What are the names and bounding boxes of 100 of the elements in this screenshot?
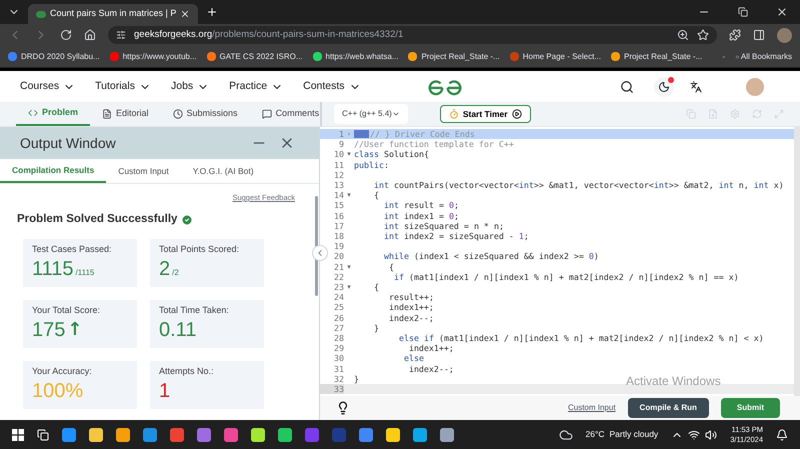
- code-line: else if (mat1[index1 / n][index1 % n] + mat2[index2 / n][index2 % n] < x): [398, 333, 764, 344]
- app-icon[interactable]: [251, 428, 265, 442]
- logo-icon[interactable]: [426, 78, 464, 96]
- stat-value: 2: [159, 257, 170, 282]
- line-number: 30: [333, 353, 344, 364]
- bookmark-item[interactable]: GATE CS 2022 ISRO...: [206, 50, 303, 62]
- weather-temperature[interactable]: 26°C: [586, 428, 605, 441]
- nav-menu-item[interactable]: Tutorials: [95, 78, 135, 94]
- submit-button[interactable]: Submit: [720, 398, 780, 418]
- language-select[interactable]: C++ (g++ 5.4): [334, 104, 408, 124]
- output-tab[interactable]: Y.O.G.I. (AI Bot): [180, 159, 266, 183]
- problem-tab[interactable]: Editorial: [90, 102, 161, 126]
- browser-tab[interactable]: Count pairs Sum in matrices | P: [28, 4, 198, 24]
- bookmark-item[interactable]: Home Page - Select...: [510, 50, 601, 62]
- code-line: index1++;: [388, 302, 434, 313]
- app-icon[interactable]: [413, 428, 427, 442]
- code-line: {: [372, 190, 379, 200]
- restore-icon[interactable]: [738, 7, 748, 17]
- new-tab-icon[interactable]: [206, 6, 218, 18]
- app-icon[interactable]: [197, 428, 211, 442]
- line-number: 24: [333, 292, 344, 302]
- problem-tab[interactable]: Submissions: [160, 102, 250, 126]
- star-icon[interactable]: [697, 29, 709, 41]
- windows-logo-icon[interactable]: [12, 428, 24, 440]
- nav-menu-item[interactable]: Jobs: [170, 78, 194, 94]
- code-line: // } Driver Code Ends: [370, 129, 475, 140]
- line-number: 29: [333, 343, 344, 354]
- weather-condition[interactable]: Partly cloudy: [610, 428, 658, 441]
- bookmark-item[interactable]: https://web.whatsa...: [312, 50, 398, 62]
- bookmark-item[interactable]: https://www.youtub...: [110, 50, 197, 62]
- line-number: 12: [333, 170, 344, 180]
- moon-icon[interactable]: [658, 80, 670, 92]
- lightbulb-icon[interactable]: [336, 401, 350, 415]
- stat-value: 0.11: [159, 318, 196, 343]
- tab-icon: [262, 109, 272, 119]
- volume-icon[interactable]: [705, 428, 718, 440]
- activation-notice: Activate Windows: [626, 373, 721, 390]
- bookmark-item[interactable]: Project Real_State -...: [408, 50, 500, 62]
- translate-icon[interactable]: [690, 80, 702, 92]
- task-view-icon[interactable]: [37, 428, 49, 440]
- code-line: {: [388, 262, 394, 272]
- close-icon[interactable]: [776, 6, 788, 18]
- app-icon[interactable]: [62, 428, 76, 442]
- app-icon[interactable]: [278, 428, 292, 442]
- app-icon[interactable]: [89, 428, 103, 442]
- weather-icon[interactable]: [558, 428, 573, 442]
- nav-menu-item[interactable]: Practice: [229, 78, 268, 94]
- close-icon[interactable]: [180, 9, 190, 19]
- stat-value: 1115: [32, 257, 74, 282]
- app-icon[interactable]: [224, 428, 238, 442]
- wifi-icon[interactable]: [688, 428, 700, 440]
- line-number: 27: [333, 322, 344, 334]
- code-line: else: [402, 353, 424, 364]
- stat-label: Total Time Taken:: [159, 304, 230, 316]
- theme-toggle-button[interactable]: [654, 76, 674, 96]
- profile-avatar[interactable]: [777, 28, 792, 42]
- app-icon[interactable]: [143, 428, 157, 442]
- stat-value: 1: [159, 379, 170, 404]
- line-number: 1: [338, 129, 344, 140]
- line-number: 16: [333, 210, 344, 221]
- stat-label: Your Total Score:: [32, 304, 102, 316]
- search-icon[interactable]: [620, 80, 634, 94]
- site-info-icon[interactable]: [116, 30, 126, 40]
- folded-code-marker[interactable]: [354, 130, 369, 138]
- timer-icon: [448, 109, 459, 119]
- bookmark-item[interactable]: DRDO 2020 Syllabu...: [8, 50, 100, 62]
- output-tab[interactable]: Custom Input: [106, 159, 181, 183]
- stat-total: /2: [172, 267, 179, 279]
- app-icon[interactable]: [359, 428, 373, 442]
- notification-icon[interactable]: [776, 428, 788, 440]
- line-number: 10: [333, 149, 344, 160]
- problem-tab[interactable]: Comments: [250, 102, 332, 126]
- all-bookmarks-button[interactable]: All Bookmarks: [740, 50, 792, 62]
- address-bar[interactable]: geeksforgeeks.org/problems/count-pairs-sum-in-matrices4332/1: [108, 26, 717, 44]
- compile-run-button[interactable]: Compile & Run: [628, 398, 709, 418]
- app-icon[interactable]: [386, 428, 400, 442]
- extensions-icon[interactable]: [729, 29, 741, 41]
- code-line: int index1 = 0;: [382, 210, 459, 221]
- panel-resize-handle[interactable]: [312, 245, 328, 261]
- code-line: int index2 = sizeSquared - 1;: [382, 231, 529, 242]
- code-line: int sizeSquared = n * n;: [382, 220, 504, 232]
- nav-menu-item[interactable]: Contests: [303, 78, 345, 94]
- app-icon[interactable]: [440, 428, 454, 442]
- line-number: 15: [333, 200, 344, 211]
- play-icon: [512, 109, 522, 119]
- zoom-icon[interactable]: [677, 29, 689, 41]
- check-icon: [181, 214, 194, 226]
- side-panel-icon[interactable]: [753, 29, 765, 41]
- stat-value: 100%: [32, 379, 84, 404]
- custom-input-link[interactable]: Custom Input: [568, 402, 616, 414]
- home-icon[interactable]: [84, 29, 96, 41]
- url-text: geeksforgeeks.org/problems/count-pairs-sum-in-matrices4332/1: [134, 28, 404, 42]
- reload-icon[interactable]: [60, 29, 72, 41]
- start-timer-button[interactable]: Start Timer: [440, 104, 531, 124]
- nav-menu-item[interactable]: Courses: [20, 78, 60, 94]
- bookmark-item[interactable]: Project Real_State -...: [610, 50, 702, 62]
- output-tab[interactable]: Compilation Results: [0, 159, 106, 183]
- line-number: 33: [320, 384, 344, 394]
- app-icon[interactable]: [116, 428, 130, 442]
- stat-total: /1115: [76, 267, 94, 279]
